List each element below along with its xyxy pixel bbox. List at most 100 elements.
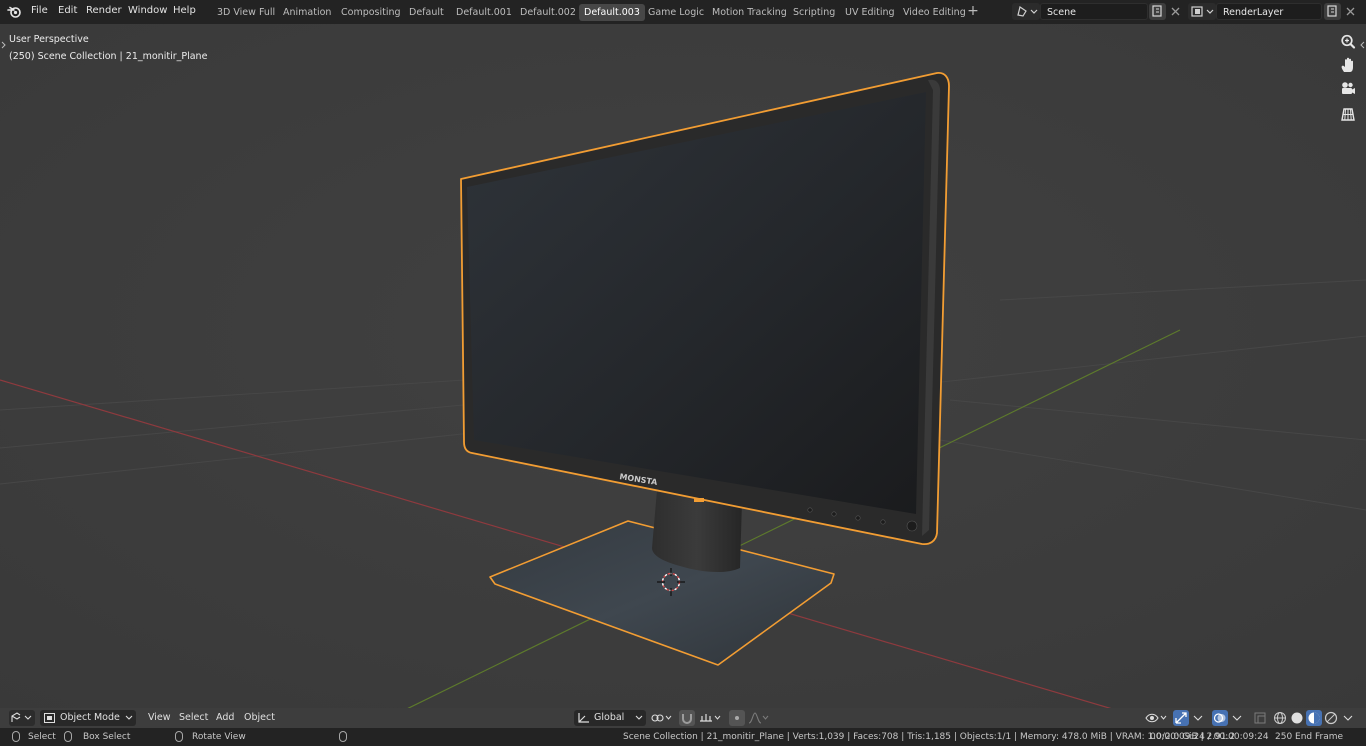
tab-game-logic[interactable]: Game Logic [643,4,709,21]
menu-render[interactable]: Render [86,5,122,16]
blender-logo-icon[interactable] [7,5,22,19]
tab-video-editing[interactable]: Video Editing [898,4,971,21]
viewport-scene[interactable]: MONSTA [0,24,1366,708]
proportional-edit-toggle[interactable] [729,710,745,726]
shading-dropdown[interactable] [1341,710,1355,726]
xray-toggle[interactable] [1252,710,1268,726]
3d-viewport[interactable]: MONSTA User Perspective (250) Scene Coll… [0,24,1366,708]
gizmo-dropdown[interactable] [1191,710,1205,726]
tab-motion-tracking[interactable]: Motion Tracking [707,4,792,21]
snap-increment-icon [700,714,721,722]
selectability-icon [1145,713,1167,723]
shading-solid-button[interactable] [1289,710,1305,726]
new-scene-button[interactable] [1149,3,1166,20]
xray-icon [1254,712,1266,724]
scene-statistics: Scene Collection | 21_monitir_Plane | Ve… [623,732,1236,742]
shading-wireframe-button[interactable] [1272,710,1288,726]
proportional-icon [735,716,739,720]
object-mode-dropdown[interactable]: Object Mode [40,710,136,726]
transform-orientation-dropdown[interactable]: Global [574,710,646,726]
new-render-layer-button[interactable] [1324,3,1341,20]
solid-shading-icon [1291,712,1303,724]
scene-icon [1017,6,1038,17]
chevron-down-icon [1232,715,1242,721]
object-menu[interactable]: Object [240,710,279,726]
hand-pan-icon[interactable] [1338,55,1358,75]
mouse-left-drag-icon [64,731,72,742]
scene-browse-button[interactable] [1012,3,1040,20]
view-menu[interactable]: View [144,710,175,726]
status-bar: Select Box Select Rotate View Scene Coll… [0,728,1366,746]
pivot-icon [651,714,672,722]
gizmo-toggle[interactable] [1173,710,1189,726]
playback-time: 00:00:09:24 / 00:00:09:24 [1150,732,1269,742]
close-icon [1346,7,1355,16]
object-mode-label: Object Mode [60,712,120,723]
snap-target-dropdown[interactable] [698,710,724,726]
menu-file[interactable]: File [31,5,48,16]
snap-toggle[interactable] [679,710,695,726]
orientation-icon [578,713,589,723]
pivot-point-button[interactable] [650,710,674,726]
tab-uv-editing[interactable]: UV Editing [840,4,900,21]
magnet-icon [682,714,692,724]
chevron-down-icon [1193,715,1203,721]
object-mode-icon [44,713,55,723]
tab-default[interactable]: Default [404,4,449,21]
falloff-dropdown[interactable] [747,710,771,726]
scene-name-field[interactable]: Scene [1040,3,1148,20]
tab-default-003[interactable]: Default.003 [579,4,645,21]
tab-scripting[interactable]: Scripting [788,4,840,21]
tab-default-002[interactable]: Default.002 [515,4,581,21]
remove-render-layer-button[interactable] [1342,3,1359,20]
wireframe-icon [1274,712,1286,724]
material-preview-icon [1308,712,1320,724]
status-rotate-view-hint: Rotate View [192,732,246,742]
mouse-right-icon [339,731,347,742]
chevron-down-icon [1343,715,1353,721]
render-layer-icon [1191,6,1214,17]
visibility-dropdown[interactable] [1144,710,1170,726]
chevron-down-icon [635,715,643,720]
tab-animation[interactable]: Animation [278,4,336,21]
tab-default-001[interactable]: Default.001 [451,4,517,21]
tab-compositing[interactable]: Compositing [336,4,406,21]
power-led [694,498,704,502]
close-icon [1171,7,1180,16]
chevron-down-icon [125,715,133,720]
camera-icon[interactable] [1338,79,1358,99]
status-select-hint: Select [28,732,56,742]
top-bar: File Edit Render Window Help 3D View Ful… [0,0,1366,24]
overlays-dropdown[interactable] [1230,710,1244,726]
add-workspace-icon[interactable]: + [965,4,981,21]
sidebar-expand-icon[interactable] [1,40,7,50]
add-menu[interactable]: Add [212,710,238,726]
duplicate-icon [1152,5,1162,17]
menu-window[interactable]: Window [128,5,167,16]
editor-type-button[interactable] [9,710,35,726]
menu-help[interactable]: Help [173,5,196,16]
select-menu[interactable]: Select [175,710,212,726]
view-perspective-label: User Perspective [9,34,89,45]
gizmo-icon [1175,712,1187,724]
overlays-toggle[interactable] [1212,710,1228,726]
render-layer-browse-button[interactable] [1188,3,1216,20]
end-frame: 250 End Frame [1275,732,1344,742]
overlays-icon [1213,713,1226,723]
status-box-select-hint: Box Select [83,732,131,742]
toolbar-expand-icon[interactable] [1359,40,1365,50]
shading-rendered-button[interactable] [1323,710,1339,726]
orientation-label: Global [594,712,625,723]
tab-3d-view-full[interactable]: 3D View Full [212,4,280,21]
shading-material-button[interactable] [1306,710,1322,726]
falloff-icon [748,712,769,724]
mouse-left-icon [12,731,20,742]
unlink-scene-button[interactable] [1167,3,1184,20]
grid-ortho-icon[interactable] [1338,104,1358,124]
mouse-middle-icon [175,731,183,742]
duplicate-icon [1327,5,1337,17]
render-layer-field[interactable]: RenderLayer [1216,3,1322,20]
menu-edit[interactable]: Edit [58,5,77,16]
zoom-icon[interactable] [1338,32,1358,52]
editor-type-icon [11,712,32,722]
